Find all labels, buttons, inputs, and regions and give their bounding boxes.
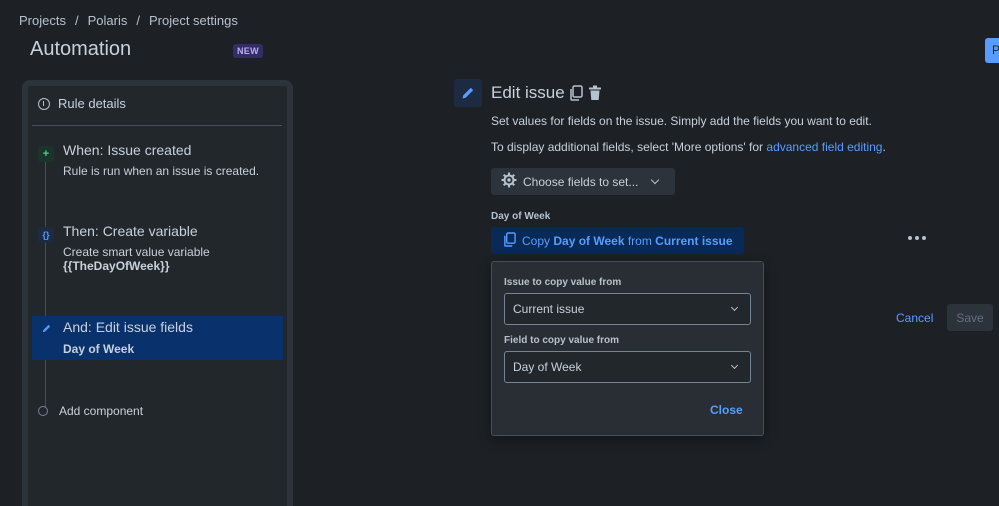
- info-icon: [38, 97, 50, 110]
- chevron-down-icon: [730, 361, 739, 370]
- step-title: When: Issue created: [63, 142, 192, 158]
- pencil-icon: [454, 79, 482, 107]
- rule-step-then[interactable]: {} Then: Create variable Create smart va…: [32, 223, 283, 283]
- editor-title: Edit issue: [491, 83, 565, 102]
- desc-suffix: .: [882, 140, 886, 154]
- page-title: Automation: [30, 38, 132, 60]
- divider: [32, 125, 282, 126]
- issue-source-label: Issue to copy value from: [504, 277, 622, 288]
- breadcrumb: Projects / Polaris / Project settings: [19, 13, 238, 28]
- breadcrumb-separator: /: [74, 13, 79, 28]
- breadcrumb-polaris[interactable]: Polaris: [88, 13, 128, 28]
- add-component-button[interactable]: Add component: [38, 404, 143, 418]
- chevron-down-icon: [651, 175, 660, 185]
- chevron-down-icon: [730, 303, 739, 312]
- step-desc-text: Create smart value variable: [63, 245, 210, 259]
- copy-icon: [503, 231, 516, 250]
- copy-value-popup: Issue to copy value from Current issue F…: [491, 261, 764, 436]
- plus-icon: +: [38, 146, 54, 162]
- close-button[interactable]: Close: [710, 403, 743, 417]
- editor-description-more: To display additional fields, select 'Mo…: [491, 140, 886, 154]
- editor-description: Set values for fields on the issue. Simp…: [491, 114, 872, 128]
- desc-prefix: To display additional fields, select 'Mo…: [491, 140, 767, 154]
- add-component-label: Add component: [59, 404, 144, 418]
- step-desc: Day of Week: [63, 342, 135, 356]
- rule-details-label: Rule details: [58, 96, 126, 111]
- gear-icon: [501, 172, 517, 191]
- cancel-button[interactable]: Cancel: [896, 311, 933, 325]
- braces-icon: {}: [38, 227, 54, 243]
- copy-value-pill[interactable]: Copy Day of Week from Current issue: [491, 227, 744, 254]
- trash-icon[interactable]: [588, 85, 602, 104]
- rule-details-item[interactable]: Rule details: [38, 96, 126, 111]
- step-title: Then: Create variable: [63, 223, 198, 239]
- more-options-icon[interactable]: [908, 236, 926, 240]
- copy-source: Current issue: [655, 233, 733, 248]
- copy-icon[interactable]: [569, 85, 583, 104]
- copy-mid: from: [624, 233, 656, 248]
- choose-fields-button[interactable]: Choose fields to set...: [491, 168, 675, 195]
- step-desc-variable: {{TheDayOfWeek}}: [63, 259, 170, 273]
- rule-step-and-selected[interactable]: And: Edit issue fields Day of Week: [32, 316, 283, 360]
- step-title: And: Edit issue fields: [63, 319, 193, 335]
- copy-prefix: Copy: [522, 233, 554, 248]
- save-button[interactable]: Save: [947, 304, 993, 331]
- issue-source-value: Current issue: [513, 302, 585, 316]
- top-right-button[interactable]: P: [985, 38, 999, 63]
- field-label: Day of Week: [491, 211, 551, 222]
- breadcrumb-project-settings[interactable]: Project settings: [149, 13, 238, 28]
- field-source-label: Field to copy value from: [504, 335, 620, 346]
- pencil-icon: [38, 320, 54, 336]
- copy-pill-text: Copy Day of Week from Current issue: [522, 234, 733, 248]
- rule-panel: Rule details + When: Issue created Rule …: [22, 80, 293, 506]
- field-source-select[interactable]: Day of Week: [504, 351, 751, 383]
- choose-fields-label: Choose fields to set...: [523, 174, 639, 189]
- issue-source-select[interactable]: Current issue: [504, 293, 751, 325]
- field-source-value: Day of Week: [513, 360, 582, 374]
- copy-field: Day of Week: [553, 233, 625, 248]
- advanced-field-editing-link[interactable]: advanced field editing: [766, 140, 882, 154]
- circle-icon: [38, 406, 48, 416]
- new-badge: NEW: [233, 44, 263, 58]
- breadcrumb-projects[interactable]: Projects: [19, 13, 66, 28]
- rule-step-when[interactable]: + When: Issue created Rule is run when a…: [32, 142, 283, 192]
- step-desc: Rule is run when an issue is created.: [63, 164, 260, 178]
- step-desc: Create smart value variable {{TheDayOfWe…: [63, 245, 210, 273]
- breadcrumb-separator: /: [136, 13, 140, 28]
